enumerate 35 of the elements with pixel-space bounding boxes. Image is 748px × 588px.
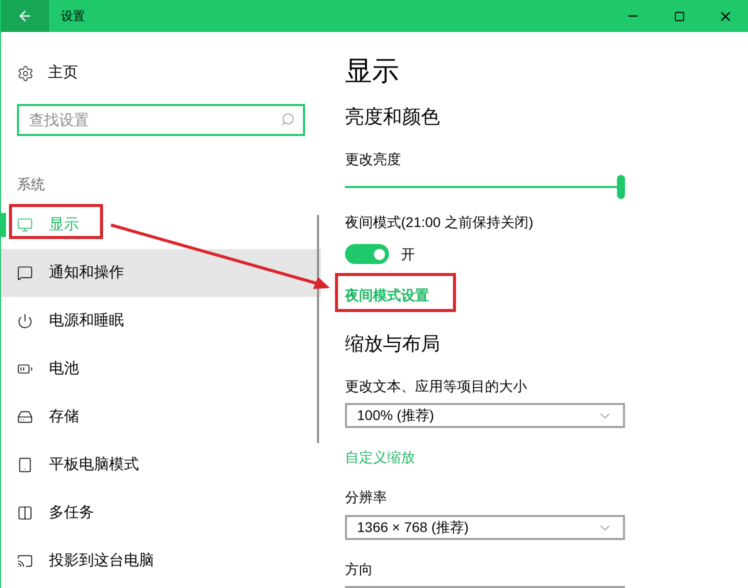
- night-mode-label: 夜间模式(21:00 之前保持关闭): [345, 212, 534, 232]
- home-link[interactable]: 主页: [48, 62, 78, 84]
- brightness-label: 更改亮度: [345, 150, 402, 168]
- resolution-label: 分辨率: [345, 488, 388, 507]
- slider-thumb[interactable]: [617, 174, 625, 198]
- orientation-label: 方向: [345, 560, 374, 579]
- tablet-icon: [17, 457, 33, 473]
- speech-bubble-icon: [17, 265, 33, 281]
- window-icon: [17, 505, 33, 521]
- search-field[interactable]: 查找设置: [17, 104, 305, 136]
- nav-item[interactable]: 通知和操作: [1, 249, 321, 297]
- scale-dropdown[interactable]: 100% (推荐): [345, 403, 625, 428]
- resolution-dropdown[interactable]: 1366 × 768 (推荐): [345, 515, 625, 540]
- settings-icon: [17, 64, 34, 82]
- nav-item[interactable]: 电池: [1, 345, 321, 393]
- search-icon: [280, 112, 295, 127]
- nav-item[interactable]: 存储: [1, 393, 321, 441]
- section-heading: 亮度和颜色: [345, 106, 441, 130]
- nav-item[interactable]: 多任务: [1, 489, 321, 537]
- section-heading: 缩放与布局: [345, 332, 441, 356]
- page-title: 显示: [345, 55, 400, 88]
- maximize-icon: [674, 10, 684, 22]
- back-button[interactable]: [1, 0, 49, 32]
- nav-item[interactable]: 电源和睡眠: [1, 297, 321, 345]
- scale-label: 更改文本、应用等项目的大小: [345, 377, 528, 396]
- drive-icon: [17, 409, 33, 425]
- section-label: 系统: [17, 175, 46, 194]
- window-title: 设置: [61, 8, 85, 25]
- nav-item[interactable]: 投影到这台电脑: [1, 537, 321, 585]
- monitor-icon: [17, 217, 33, 233]
- screen-icon: [17, 553, 33, 569]
- toggle-state-label: 开: [401, 244, 415, 264]
- nav-item[interactable]: 平板电脑模式: [1, 441, 321, 489]
- power-icon: [17, 313, 33, 329]
- toggle-switch[interactable]: [345, 244, 389, 264]
